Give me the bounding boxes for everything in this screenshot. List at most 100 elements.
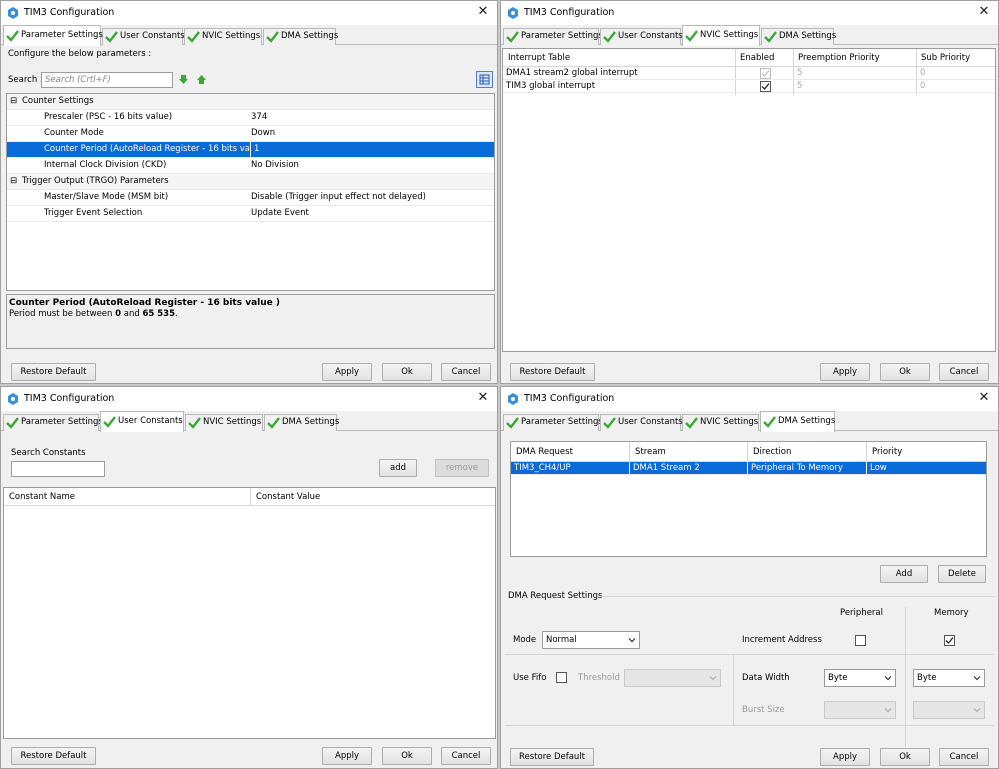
tim3-config-window-nvic: TIM3 Configuration ✕ Parameter Settings …	[500, 0, 999, 384]
restore-default-button[interactable]: Restore Default	[510, 748, 594, 766]
cancel-button[interactable]: Cancel	[939, 748, 989, 766]
column-header[interactable]: Constant Name	[6, 488, 75, 505]
param-value[interactable]: No Division	[248, 158, 299, 173]
column-header[interactable]: Preemption Priority	[795, 49, 880, 66]
restore-default-button[interactable]: Restore Default	[11, 363, 96, 381]
add-dma-request-button[interactable]: Add	[880, 565, 928, 583]
tab-nvic-settings[interactable]: NVIC Settings	[184, 28, 262, 45]
memory-increment-checkbox[interactable]	[944, 635, 955, 646]
ok-button[interactable]: Ok	[880, 363, 930, 381]
description-text: Period must be between 0 and 65 535.	[9, 309, 492, 319]
tab-parameter-settings[interactable]: Parameter Settings	[503, 414, 603, 431]
search-input[interactable]: Search (Crtl+F)	[41, 72, 173, 88]
ok-button[interactable]: Ok	[382, 363, 432, 381]
param-value[interactable]: Update Event	[248, 206, 309, 221]
table-row[interactable]: DMA1 stream2 global interrupt 5 0	[503, 67, 995, 80]
peripheral-increment-checkbox[interactable]	[855, 635, 866, 646]
tab-parameter-settings[interactable]: Parameter Settings	[3, 414, 103, 431]
tab-label: User Constants	[618, 417, 683, 427]
delete-dma-request-button[interactable]: Delete	[938, 565, 986, 583]
close-icon[interactable]: ✕	[976, 390, 992, 406]
tab-nvic-settings[interactable]: NVIC Settings	[682, 25, 760, 46]
apply-button[interactable]: Apply	[322, 363, 372, 381]
tab-parameter-settings[interactable]: Parameter Settings	[3, 25, 103, 46]
group-row-counter-settings[interactable]: ⊟ Counter Settings	[7, 94, 494, 110]
cancel-button[interactable]: Cancel	[939, 363, 989, 381]
search-constants-input[interactable]	[11, 461, 105, 477]
tab-dma-settings[interactable]: DMA Settings	[264, 414, 339, 431]
ok-button[interactable]: Ok	[880, 748, 930, 766]
threshold-label: Threshold	[578, 673, 620, 683]
sub-priority[interactable]: 0	[917, 80, 925, 92]
mode-select[interactable]: Normal	[542, 631, 640, 649]
param-value[interactable]: Disable (Trigger input effect not delaye…	[248, 190, 426, 205]
remove-constant-button[interactable]: remove	[435, 459, 489, 477]
preemption-priority[interactable]: 5	[794, 80, 802, 92]
column-header[interactable]: Direction	[750, 442, 791, 461]
add-constant-button[interactable]: add	[379, 459, 417, 477]
dma-priority[interactable]: Low	[866, 462, 887, 474]
tab-user-constants[interactable]: User Constants	[600, 414, 683, 431]
restore-default-button[interactable]: Restore Default	[510, 363, 595, 381]
tab-user-constants[interactable]: User Constants	[600, 28, 683, 45]
memory-data-width-select[interactable]: Byte	[913, 669, 985, 687]
close-icon[interactable]: ✕	[475, 390, 491, 406]
table-row[interactable]: TIM3 global interrupt 5 0	[503, 80, 995, 93]
ok-button[interactable]: Ok	[382, 747, 432, 765]
enabled-checkbox[interactable]	[760, 81, 771, 92]
param-value[interactable]: 374	[248, 110, 267, 125]
cancel-button[interactable]: Cancel	[441, 363, 491, 381]
table-row-selected[interactable]: TIM3_CH4/UP DMA1 Stream 2 Peripheral To …	[511, 462, 986, 475]
column-header[interactable]: Constant Value	[253, 488, 320, 505]
window-title: TIM3 Configuration	[524, 393, 615, 404]
check-icon	[506, 31, 519, 43]
tab-user-constants[interactable]: User Constants	[102, 28, 185, 45]
column-header[interactable]: Interrupt Table	[505, 49, 570, 66]
tab-dma-settings[interactable]: DMA Settings	[761, 28, 836, 45]
tab-nvic-settings[interactable]: NVIC Settings	[185, 414, 263, 431]
enabled-checkbox[interactable]	[760, 68, 771, 79]
table-row[interactable]: Prescaler (PSC - 16 bits value) 374	[7, 110, 494, 126]
column-header[interactable]: Priority	[869, 442, 902, 461]
group-row-trigger-output[interactable]: ⊟ Trigger Output (TRGO) Parameters	[7, 174, 494, 190]
threshold-select[interactable]	[624, 669, 721, 687]
preemption-priority[interactable]: 5	[794, 67, 802, 79]
apply-button[interactable]: Apply	[322, 747, 372, 765]
apply-button[interactable]: Apply	[820, 363, 870, 381]
tab-user-constants[interactable]: User Constants	[100, 411, 184, 432]
group-title: Trigger Output (TRGO) Parameters	[22, 176, 169, 186]
apply-button[interactable]: Apply	[820, 748, 870, 766]
description-text-a: Period must be between	[9, 309, 116, 319]
restore-default-button[interactable]: Restore Default	[11, 747, 96, 765]
check-icon	[685, 30, 698, 42]
column-header[interactable]: Enabled	[737, 49, 774, 66]
close-icon[interactable]: ✕	[475, 4, 491, 20]
column-header[interactable]: DMA Request	[513, 442, 573, 461]
show-description-toggle-icon[interactable]	[476, 71, 493, 88]
param-value[interactable]: 1	[250, 142, 259, 157]
tab-nvic-settings[interactable]: NVIC Settings	[682, 414, 759, 431]
column-header[interactable]: Sub Priority	[918, 49, 970, 66]
check-icon	[603, 31, 616, 43]
chevron-down-icon	[628, 638, 636, 643]
arrow-down-icon[interactable]	[178, 74, 189, 85]
tab-dma-settings[interactable]: DMA Settings	[263, 28, 338, 45]
table-row-selected[interactable]: Counter Period (AutoReload Register - 16…	[7, 142, 494, 158]
table-row[interactable]: Internal Clock Division (CKD) No Divisio…	[7, 158, 494, 174]
table-row[interactable]: Master/Slave Mode (MSM bit) Disable (Tri…	[7, 190, 494, 206]
peripheral-burst-size-select[interactable]	[824, 701, 896, 719]
cancel-button[interactable]: Cancel	[441, 747, 491, 765]
memory-burst-size-select[interactable]	[913, 701, 985, 719]
close-icon[interactable]: ✕	[976, 4, 992, 20]
param-value[interactable]: Down	[248, 126, 275, 141]
table-row[interactable]: Counter Mode Down	[7, 126, 494, 142]
tab-bar: Parameter Settings User Constants NVIC S…	[501, 25, 998, 46]
column-header[interactable]: Stream	[632, 442, 666, 461]
tab-dma-settings[interactable]: DMA Settings	[760, 411, 835, 432]
table-row[interactable]: Trigger Event Selection Update Event	[7, 206, 494, 222]
tab-parameter-settings[interactable]: Parameter Settings	[503, 28, 603, 45]
arrow-up-icon[interactable]	[196, 74, 207, 85]
peripheral-data-width-select[interactable]: Byte	[824, 669, 896, 687]
use-fifo-checkbox[interactable]	[556, 672, 567, 683]
sub-priority[interactable]: 0	[917, 67, 925, 79]
